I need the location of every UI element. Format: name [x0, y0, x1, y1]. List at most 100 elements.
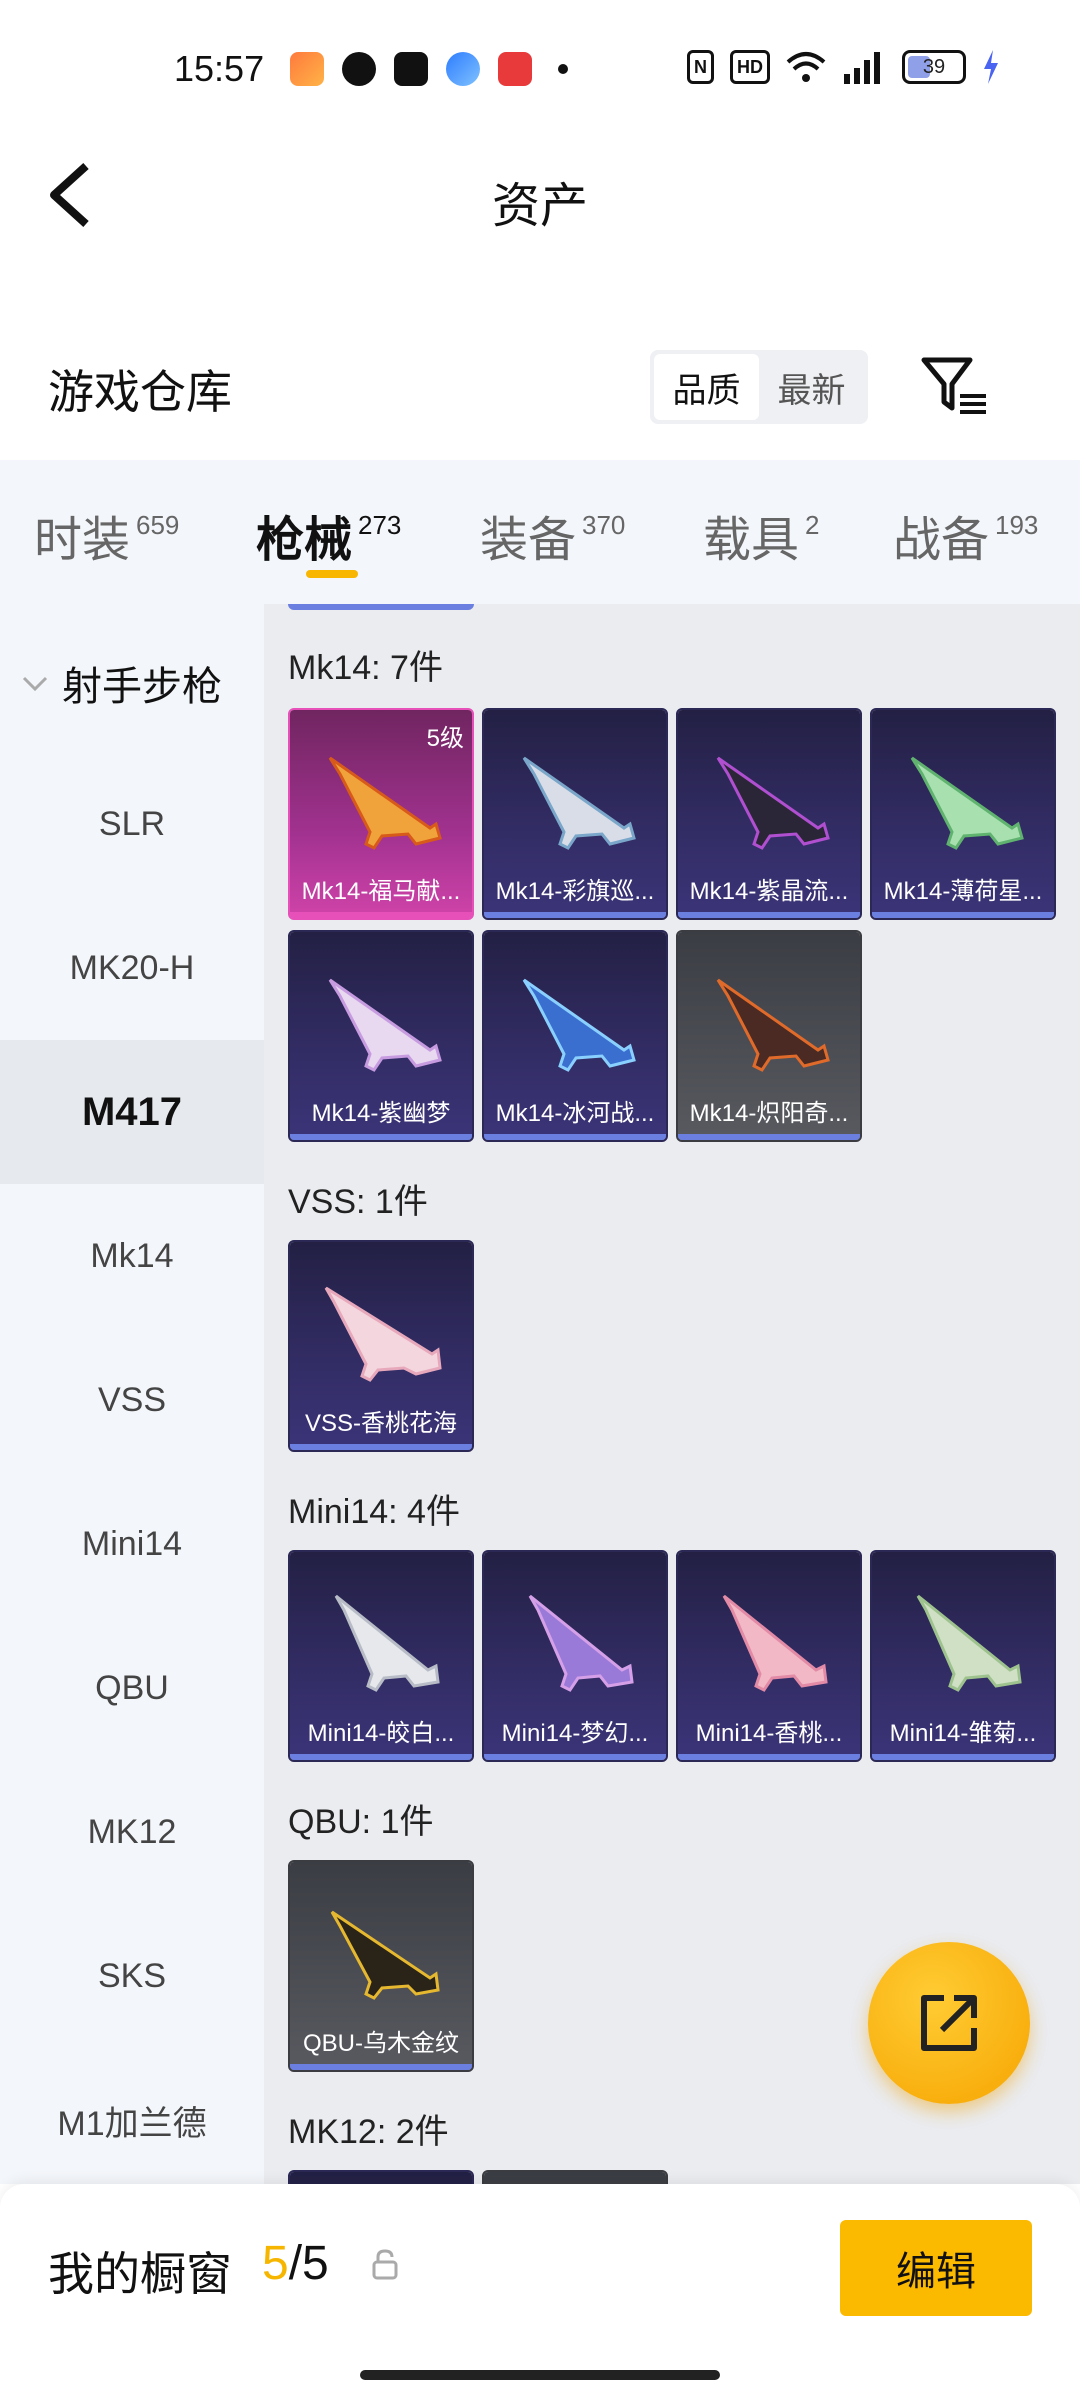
hd-icon: HD — [730, 50, 770, 84]
item-name: QBU-乌木金纹 — [303, 2030, 459, 2057]
active-tab-indicator — [306, 570, 358, 578]
weapon-skin-image — [716, 756, 830, 850]
item-card[interactable]: Mini14-皎白... — [288, 1550, 474, 1762]
item-card[interactable]: Mk14-紫幽梦 — [288, 930, 474, 1142]
item-card[interactable]: Mini14-香桃... — [676, 1550, 862, 1762]
app-notification-icon — [446, 52, 480, 86]
weapon-skin-image — [330, 1910, 440, 2000]
weapon-sidebar: 射手步枪 SLR MK20-H M417 Mk14 VSS Mini14 QBU… — [0, 604, 264, 2184]
weapon-skin-image — [334, 1594, 440, 1692]
page: 15:57 N HD 39 资产 游戏仓库 品质 最新 时装 659 枪械 273 — [0, 0, 1080, 2400]
group-title-mk12: MK12: 2件 — [288, 2113, 449, 2151]
chevron-down-icon — [22, 676, 48, 692]
game-app-icon — [290, 52, 324, 86]
item-card[interactable]: Mk14-冰河战... — [482, 930, 668, 1142]
signal-icon — [844, 52, 880, 84]
item-card[interactable]: Mk14-炽阳奇... — [676, 930, 862, 1142]
sort-toggle: 品质 最新 — [650, 350, 868, 424]
item-card[interactable]: Mk14-薄荷星... — [870, 708, 1056, 920]
system-status-icons: N HD 39 — [687, 50, 1000, 84]
sidebar-category-header[interactable]: 射手步枪 — [20, 654, 222, 712]
wifi-icon — [786, 52, 826, 82]
item-card[interactable]: 5级 Mk14-福马献... — [288, 708, 474, 920]
showcase-count: 5/5 — [262, 2237, 329, 2290]
lock-icon — [372, 2249, 398, 2280]
item-card[interactable]: Mini14-梦幻... — [482, 1550, 668, 1762]
previous-card-edge — [288, 604, 474, 610]
item-name: Mini14-梦幻... — [501, 1720, 649, 1747]
weapon-skin-image — [722, 1594, 828, 1692]
sidebar-item-m417[interactable]: M417 — [0, 1040, 264, 1184]
home-indicator[interactable] — [360, 2370, 720, 2380]
tab-fashion[interactable]: 时装 659 — [34, 500, 179, 570]
item-name: Mk14-紫幽梦 — [311, 1100, 451, 1127]
group-title-mini14: Mini14: 4件 — [288, 1493, 460, 1531]
item-level-badge: 5级 — [426, 725, 464, 752]
sidebar-item-mini14[interactable]: Mini14 — [0, 1472, 264, 1616]
showcase-bar: 我的橱窗 5/5 编辑 — [0, 2184, 1080, 2400]
music-app-icon — [498, 52, 532, 86]
filter-icon[interactable] — [920, 356, 990, 416]
showcase-total-count: 5 — [302, 2237, 329, 2290]
tab-firearms[interactable]: 枪械 273 — [256, 500, 401, 570]
weapon-skin-image — [910, 756, 1024, 850]
weapon-skin-image — [716, 978, 830, 1072]
item-card[interactable] — [288, 2170, 474, 2184]
showcase-current-count: 5 — [262, 2237, 289, 2290]
notification-icons — [290, 52, 568, 86]
sidebar-item-sks[interactable]: SKS — [0, 1904, 264, 2048]
share-external-icon — [921, 1995, 977, 2051]
item-card[interactable] — [482, 2170, 668, 2184]
item-name: Mk14-福马献... — [301, 878, 461, 905]
tab-supplies[interactable]: 战备 193 — [893, 500, 1038, 570]
weapon-skin-image — [522, 756, 636, 850]
item-name: Mk14-彩旗巡... — [495, 878, 655, 905]
more-notifications-icon — [558, 64, 568, 74]
sidebar-item-mk12[interactable]: MK12 — [0, 1760, 264, 1904]
weapon-skin-image — [528, 1594, 634, 1692]
showcase-title: 我的橱窗 — [48, 2248, 232, 2300]
tab-vehicles[interactable]: 载具 2 — [703, 500, 819, 570]
top-header: 资产 — [0, 140, 1080, 250]
group-title-vss: VSS: 1件 — [288, 1183, 428, 1221]
item-name: Mini14-香桃... — [695, 1720, 843, 1747]
warehouse-title: 游戏仓库 — [48, 366, 232, 418]
sidebar-item-slr[interactable]: SLR — [0, 752, 264, 896]
weapon-skin-image — [522, 978, 636, 1072]
sidebar-item-mk20-h[interactable]: MK20-H — [0, 896, 264, 1040]
weapon-skin-image — [324, 1286, 442, 1382]
item-card[interactable]: VSS-香桃花海 — [288, 1240, 474, 1452]
status-time: 15:57 — [174, 48, 265, 89]
group-title-qbu: QBU: 1件 — [288, 1803, 434, 1841]
item-card[interactable]: QBU-乌木金纹 — [288, 1860, 474, 2072]
weapon-skin-image — [328, 756, 442, 850]
nfc-icon: N — [687, 50, 714, 84]
sidebar-item-qbu[interactable]: QBU — [0, 1616, 264, 1760]
sidebar-item-mk14[interactable]: Mk14 — [0, 1184, 264, 1328]
weapon-skin-image — [916, 1594, 1022, 1692]
tab-equipment[interactable]: 装备 370 — [480, 500, 625, 570]
edit-button[interactable]: 编辑 — [840, 2220, 1032, 2316]
sidebar-item-vss[interactable]: VSS — [0, 1328, 264, 1472]
wechat-icon — [342, 52, 376, 86]
item-card[interactable]: Mk14-彩旗巡... — [482, 708, 668, 920]
item-card[interactable]: Mk14-紫晶流... — [676, 708, 862, 920]
sort-newest-option[interactable]: 最新 — [759, 354, 864, 420]
sidebar-category-label: 射手步枪 — [62, 665, 222, 709]
weapon-skin-image — [328, 978, 442, 1072]
group-title-mk14: Mk14: 7件 — [288, 649, 443, 687]
battery-icon: 39 — [902, 50, 966, 84]
share-button[interactable] — [868, 1942, 1030, 2104]
sidebar-item-m1-garand[interactable]: M1加兰德 — [0, 2048, 264, 2192]
item-name: Mini14-雏菊... — [889, 1720, 1037, 1747]
charging-icon — [984, 50, 998, 84]
tiktok-icon — [394, 52, 428, 86]
item-name: Mk14-薄荷星... — [883, 878, 1043, 905]
page-title: 资产 — [491, 180, 588, 233]
item-name: Mk14-炽阳奇... — [689, 1100, 849, 1127]
item-name: Mk14-紫晶流... — [689, 878, 849, 905]
item-name: Mini14-皎白... — [307, 1720, 455, 1747]
sort-quality-option[interactable]: 品质 — [654, 354, 759, 420]
item-name: VSS-香桃花海 — [304, 1410, 457, 1437]
item-card[interactable]: Mini14-雏菊... — [870, 1550, 1056, 1762]
